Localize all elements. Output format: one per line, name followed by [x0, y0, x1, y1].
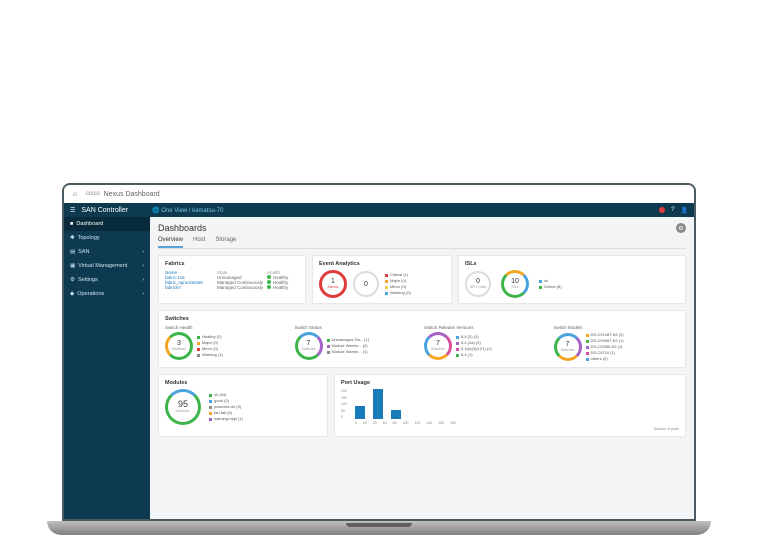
switch-model-label: Switch Models [554, 325, 680, 330]
laptop-base [47, 521, 711, 535]
screen: ⌂ cisco Nexus Dashboard ☰ SAN Controller… [62, 183, 696, 521]
laptop-frame: ⌂ cisco Nexus Dashboard ☰ SAN Controller… [47, 183, 711, 549]
switch-model-ring: 7Switches [554, 333, 582, 361]
sidebar-item-operations[interactable]: ◆ Operations› [64, 287, 150, 301]
alarms-ring: 1Alarms [319, 270, 347, 298]
switch-release-label: Switch Release Versions [424, 325, 550, 330]
isls-title: ISLs [465, 261, 679, 267]
app-title: Nexus Dashboard [104, 191, 160, 198]
tab-host[interactable]: Host [193, 237, 205, 248]
chart-bar [373, 389, 383, 419]
modules-ring: 95Modules [165, 389, 201, 425]
switch-health-ring: 3Switches [165, 332, 193, 360]
cisco-logo: cisco [86, 191, 100, 197]
switches-card: Switches Switch Health 3Switches Healthy… [158, 310, 686, 368]
switch-release-ring: 7Switches [424, 332, 452, 360]
sub-bar: ☰ SAN Controller 🌐 One View / kamatsu-70… [64, 203, 694, 217]
event-title: Event Analytics [319, 261, 445, 267]
switch-status-label: Switch Status [295, 325, 421, 330]
switch-status-ring: 7Switches [295, 332, 323, 360]
home-icon[interactable]: ⌂ [70, 191, 80, 198]
chart-bar [355, 406, 365, 420]
isls-ring: 10ISLs [501, 270, 529, 298]
modules-card: Modules 95Modules ok (94)good (2)powered… [158, 374, 328, 437]
port-usage-card: Port Usage 200150100500 0204060801001201… [334, 374, 686, 437]
port-usage-chart: 200150100500 [341, 389, 679, 419]
switches-title: Switches [165, 316, 679, 322]
chart-xlabel: Number of ports [341, 427, 679, 431]
top-bar: ⌂ cisco Nexus Dashboard [64, 185, 694, 203]
npv-ring: 0NPV Links [465, 271, 491, 297]
user-icon[interactable]: 👤 [681, 207, 688, 214]
isls-card: ISLs 0NPV Links 10ISLs okOnline (8) [458, 255, 686, 304]
alert-icon[interactable] [659, 207, 665, 213]
sidebar-item-san[interactable]: ▤ SAN› [64, 245, 150, 259]
switch-health-label: Switch Health [165, 325, 291, 330]
sidebar-item-dashboard[interactable]: ■ Dashboard [64, 217, 150, 231]
event-analytics-card: Event Analytics 1Alarms 0 Critical (1)Ma… [312, 255, 452, 304]
modules-title: Modules [165, 380, 321, 386]
sidebar-item-virtual-management[interactable]: ▦ Virtual Management› [64, 259, 150, 273]
main-content: Dashboards ⚙ Overview Host Storage Fabri… [150, 217, 694, 519]
port-usage-title: Port Usage [341, 380, 679, 386]
chart-bar [391, 410, 401, 419]
tab-overview[interactable]: Overview [158, 237, 183, 248]
gear-icon[interactable]: ⚙ [676, 223, 686, 233]
sidebar-item-settings[interactable]: ⚙ Settings› [64, 273, 150, 287]
fabrics-card: Fabrics NameStateHealth fabric-116Unmana… [158, 255, 306, 304]
fabrics-title: Fabrics [165, 261, 299, 267]
sidebar: ■ Dashboard ✱ Topology ▤ SAN› ▦ Virtual … [64, 217, 150, 519]
page-title: Dashboards [158, 223, 207, 233]
help-icon[interactable]: ? [671, 207, 674, 214]
menu-icon[interactable]: ☰ [70, 207, 75, 214]
sidebar-item-topology[interactable]: ✱ Topology [64, 231, 150, 245]
topbar-actions: ? 👤 [659, 207, 688, 214]
breadcrumb[interactable]: 🌐 One View / kamatsu-70 [152, 207, 223, 214]
events-ring: 0 [353, 271, 379, 297]
product-name: SAN Controller [81, 207, 128, 214]
table-row[interactable]: fabric67Managed ContinuouslyHealthy [165, 285, 299, 290]
tabs: Overview Host Storage [158, 237, 686, 249]
tab-storage[interactable]: Storage [215, 237, 236, 248]
